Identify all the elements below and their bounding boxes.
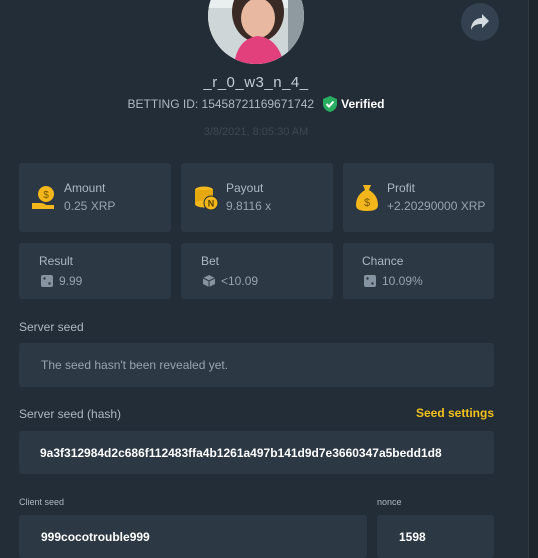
amount-card: $ Amount 0.25 XRP <box>19 163 171 232</box>
svg-text:N: N <box>208 199 215 209</box>
nonce-field[interactable]: 1598 <box>377 515 494 558</box>
betting-id: BETTING ID: 15458721169671742 <box>127 97 315 111</box>
server-seed-field: The seed hasn't been revealed yet. <box>19 343 494 387</box>
bet-timestamp: 3/8/2021, 8:05:30 AM <box>203 126 309 138</box>
payout-label: Payout <box>226 181 264 195</box>
avatar-photo <box>208 0 304 64</box>
cube-icon <box>202 275 216 287</box>
scrollbar-track[interactable] <box>528 0 538 558</box>
result-label: Result <box>39 254 74 268</box>
server-seed-label: Server seed <box>19 320 84 334</box>
bet-details-panel: _r_0_w3_n_4_ BETTING ID: 154587211696717… <box>0 0 538 558</box>
payout-value: 9.8116 x <box>226 199 272 213</box>
server-seed-hash-field[interactable]: 9a3f312984d2c686f112483ffa4b1261a497b141… <box>19 431 494 474</box>
chance-card: Chance 10.09% <box>343 243 494 299</box>
profit-label: Profit <box>387 181 416 195</box>
coin-hand-icon: $ <box>32 186 54 209</box>
bet-value: <10.09 <box>221 274 259 288</box>
svg-text:$: $ <box>364 197 370 209</box>
amount-label: Amount <box>64 181 106 195</box>
avatar <box>208 0 304 64</box>
coin-stack-icon: N <box>195 186 219 211</box>
chance-value: 10.09% <box>382 274 423 288</box>
client-seed-field[interactable]: 999cocotrouble999 <box>19 515 367 558</box>
money-bag-icon: $ <box>356 185 378 211</box>
client-seed-label: Client seed <box>19 497 65 507</box>
dice-icon <box>41 275 53 287</box>
verified-label: Verified <box>341 97 385 111</box>
result-card: Result 9.99 <box>19 243 171 299</box>
nonce-label: nonce <box>377 497 402 507</box>
chance-label: Chance <box>362 254 404 268</box>
amount-value: 0.25 XRP <box>64 199 116 213</box>
bet-label: Bet <box>201 254 220 268</box>
profit-value: +2.20290000 XRP <box>387 199 486 213</box>
profit-card: $ Profit +2.20290000 XRP <box>343 163 494 232</box>
payout-card: N Payout 9.8116 x <box>181 163 333 232</box>
verified-badge: Verified <box>322 96 384 112</box>
server-seed-hash-label: Server seed (hash) <box>19 407 122 421</box>
share-icon <box>471 14 489 30</box>
username: _r_0_w3_n_4_ <box>203 74 309 91</box>
dice-icon <box>364 275 376 287</box>
share-button[interactable] <box>461 3 499 41</box>
bet-card: Bet <10.09 <box>181 243 333 299</box>
result-value: 9.99 <box>59 274 83 288</box>
svg-text:$: $ <box>43 190 49 201</box>
seed-settings-link[interactable]: Seed settings <box>416 406 494 420</box>
betting-id-row: BETTING ID: 15458721169671742 Verified <box>0 96 512 112</box>
verified-check-icon <box>323 96 338 112</box>
